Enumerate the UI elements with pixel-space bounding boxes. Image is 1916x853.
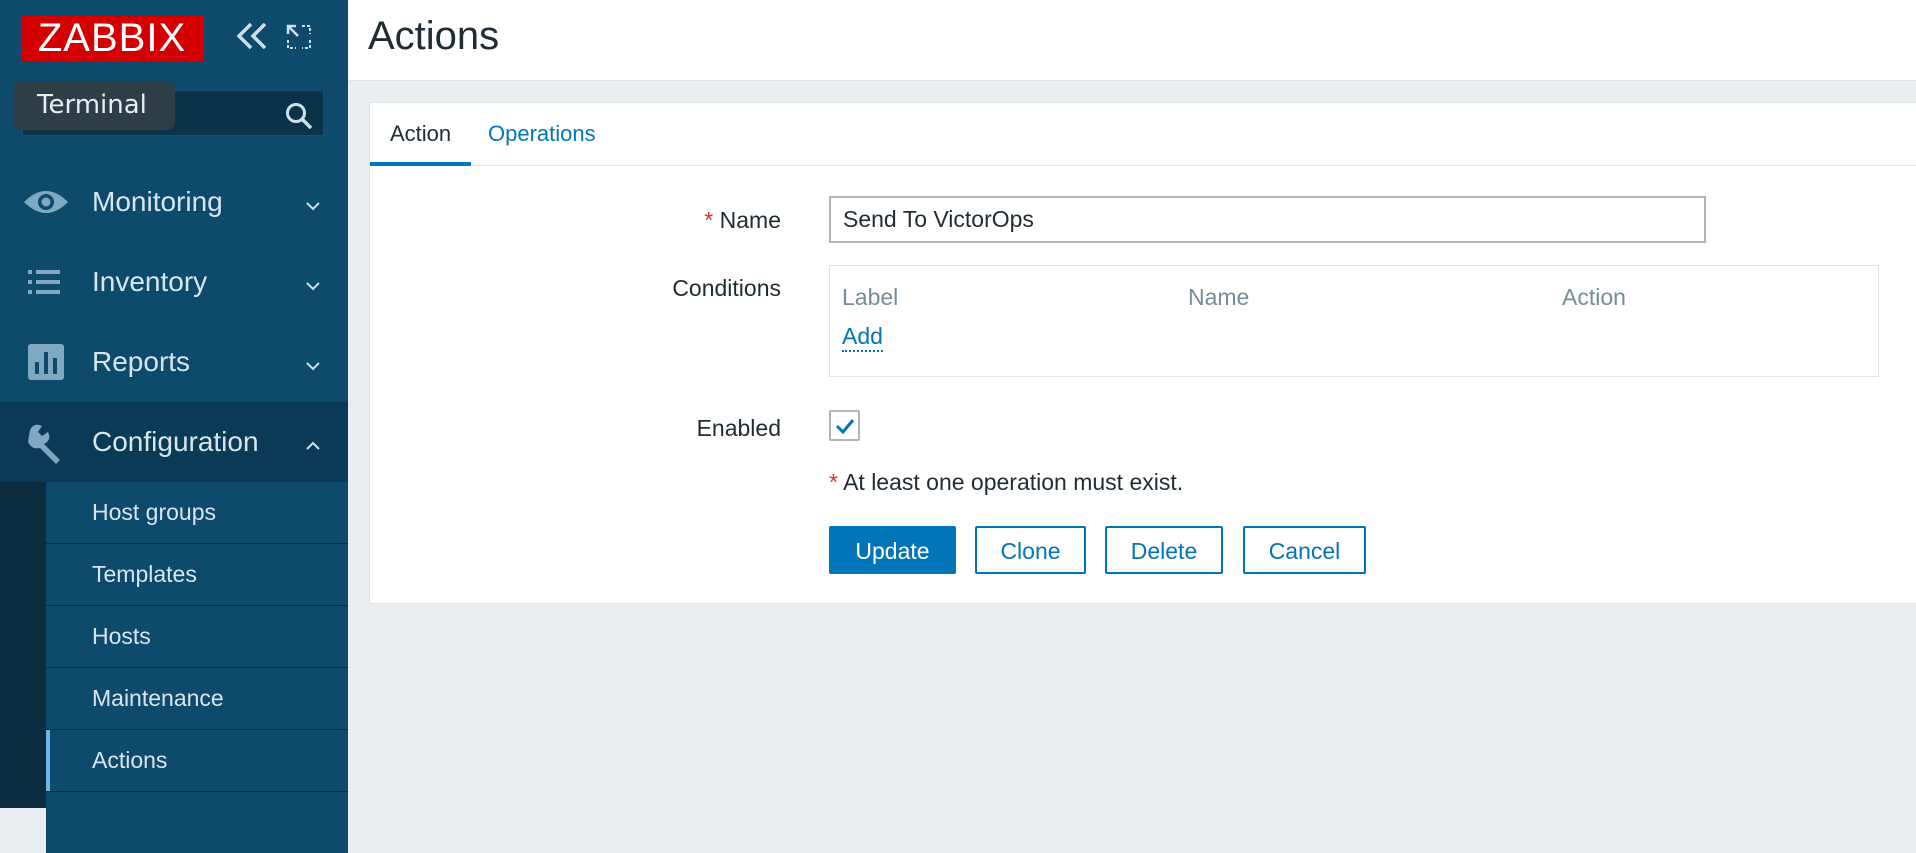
bar-chart-icon (22, 340, 70, 384)
chevron-down-icon (302, 352, 324, 374)
required-mark: * (704, 207, 714, 233)
name-field[interactable] (829, 196, 1706, 243)
conditions-label: Conditions (672, 275, 781, 301)
menu-item-label: Reports (92, 346, 191, 377)
kiosk-mode-icon[interactable] (286, 24, 312, 50)
search-icon[interactable] (284, 101, 314, 131)
submenu-item-hosts[interactable]: Hosts (46, 606, 348, 667)
submenu-item-templates[interactable]: Templates (46, 544, 348, 605)
menu-item-configuration[interactable]: Configuration (0, 402, 348, 482)
terminal-tooltip: Terminal (13, 81, 175, 130)
submenu-item-host-groups[interactable]: Host groups (46, 482, 348, 543)
enabled-label: Enabled (696, 415, 781, 441)
menu-item-inventory[interactable]: Inventory (0, 242, 348, 322)
update-button[interactable]: Update (829, 526, 956, 574)
page-title: Actions (368, 14, 500, 58)
conditions-col-action: Action (1562, 284, 1626, 310)
cancel-button[interactable]: Cancel (1243, 526, 1366, 574)
conditions-col-label: Label (842, 284, 899, 310)
note-text: At least one operation must exist. (843, 469, 1184, 495)
checkmark-icon (835, 419, 855, 435)
name-label-text: Name (719, 207, 781, 233)
menu-item-monitoring[interactable]: Monitoring (0, 162, 348, 242)
chevron-down-icon (302, 272, 324, 294)
action-form-panel: Action Operations * Name Conditions Labe… (369, 102, 1916, 604)
chevron-up-icon (302, 432, 324, 454)
chevron-down-icon (302, 192, 324, 214)
list-icon (22, 260, 70, 304)
menu-item-reports[interactable]: Reports (0, 322, 348, 402)
menu-item-label: Inventory (92, 266, 208, 297)
tabs-bar: Action Operations (370, 103, 1916, 166)
conditions-table: Label Name Action Add (829, 265, 1879, 377)
add-condition-link[interactable]: Add (842, 322, 883, 352)
submenu-item-maintenance[interactable]: Maintenance (46, 668, 348, 729)
tab-operations[interactable]: Operations (468, 103, 616, 165)
operation-required-note: * At least one operation must exist. (829, 469, 1183, 496)
page-header: Actions (348, 0, 1916, 81)
eye-icon (22, 180, 70, 224)
clone-button[interactable]: Clone (975, 526, 1086, 574)
wrench-icon (22, 420, 70, 464)
submenu-item-next[interactable] (46, 792, 348, 853)
menu-item-label: Monitoring (92, 186, 223, 217)
delete-button[interactable]: Delete (1105, 526, 1223, 574)
enabled-checkbox[interactable] (829, 410, 860, 441)
configuration-submenu: Host groups Templates Hosts Maintenance … (0, 482, 348, 853)
sidebar: ZABBIX Terminal Monitoring Inventory Rep… (0, 0, 348, 853)
name-label: * Name (481, 207, 781, 234)
submenu-item-actions[interactable]: Actions (46, 730, 348, 791)
conditions-col-name: Name (1188, 284, 1250, 310)
tab-action[interactable]: Action (370, 103, 472, 166)
collapse-sidebar-icon[interactable] (233, 18, 271, 54)
menu-item-label: Configuration (92, 426, 259, 457)
zabbix-logo[interactable]: ZABBIX (21, 15, 203, 62)
required-mark: * (829, 469, 838, 495)
